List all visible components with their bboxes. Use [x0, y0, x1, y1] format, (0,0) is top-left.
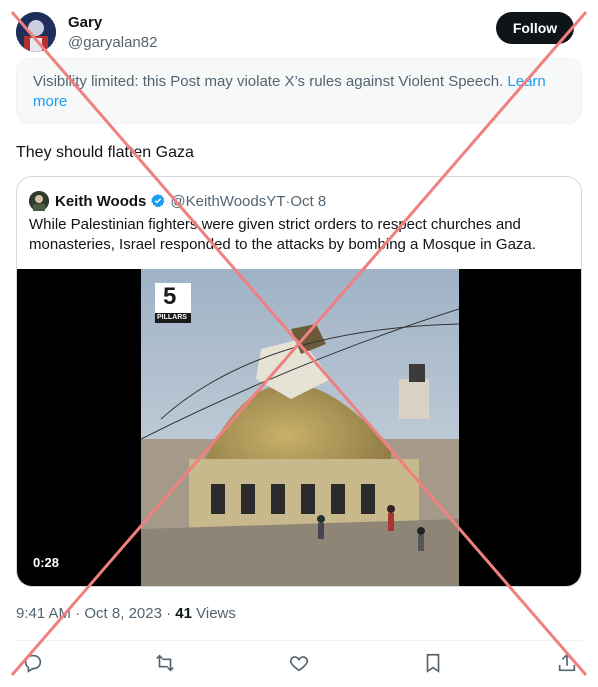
share-icon[interactable] [556, 652, 578, 674]
author-name[interactable]: Gary [68, 14, 102, 31]
divider [16, 640, 582, 641]
reply-icon[interactable] [22, 652, 44, 674]
like-icon[interactable] [288, 652, 310, 674]
post-header: Gary @garyalan82 Follow [16, 12, 582, 52]
notice-text: Visibility limited: this Post may violat… [33, 73, 508, 90]
verified-badge-icon [150, 193, 166, 209]
bookmark-icon[interactable] [422, 652, 444, 674]
quoted-author-handle[interactable]: @KeithWoodsYT [170, 193, 285, 210]
views-label: Views [191, 605, 236, 622]
views-count: 41 [175, 605, 192, 622]
video-player[interactable]: 5 PILLARS 0:28 [17, 269, 581, 586]
post-meta: 9:41 AM · Oct 8, 2023 · 41 Views [16, 605, 236, 622]
post-date[interactable]: Oct 8, 2023 [84, 605, 162, 622]
channel-logo-text: PILLARS [157, 314, 187, 321]
quoted-post[interactable]: Keith Woods @KeithWoodsYT · Oct 8 While … [16, 176, 582, 587]
separator-dot: · [71, 605, 85, 622]
author-handle[interactable]: @garyalan82 [68, 34, 157, 51]
retweet-icon[interactable] [154, 652, 176, 674]
post-time[interactable]: 9:41 AM [16, 605, 71, 622]
post-text: They should flatten Gaza [16, 144, 194, 161]
video-frame: 5 PILLARS [141, 269, 459, 586]
quoted-post-header: Keith Woods @KeithWoodsYT · Oct 8 [29, 191, 326, 211]
quoted-author-name[interactable]: Keith Woods [55, 193, 146, 210]
quoted-author-avatar [29, 191, 49, 211]
visibility-notice: Visibility limited: this Post may violat… [16, 58, 582, 124]
quoted-post-date[interactable]: Oct 8 [290, 193, 326, 210]
action-bar [16, 650, 582, 676]
follow-button[interactable]: Follow [496, 12, 574, 44]
author-avatar[interactable] [16, 12, 56, 52]
quoted-post-text: While Palestinian fighters were given st… [29, 216, 536, 253]
separator-dot: · [161, 605, 176, 622]
video-duration: 0:28 [27, 552, 66, 573]
channel-logo-number: 5 [163, 283, 177, 310]
